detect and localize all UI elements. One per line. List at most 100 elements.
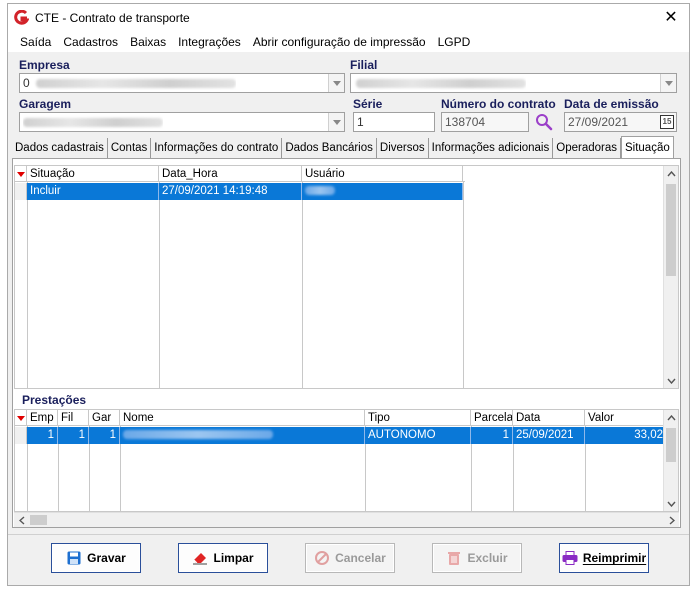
- limpar-label: Limpar: [213, 551, 254, 565]
- cell-usuario: [302, 183, 463, 200]
- sort-indicator-icon: [15, 410, 27, 426]
- col-tipo[interactable]: Tipo: [365, 410, 471, 426]
- prestacoes-vscroll[interactable]: [663, 410, 678, 511]
- tab-situacao[interactable]: Situação: [620, 136, 674, 158]
- serie-label: Série: [353, 97, 383, 111]
- col-data-hora[interactable]: Data_Hora: [159, 166, 302, 182]
- cell-data-hora: 27/09/2021 14:19:48: [159, 183, 302, 200]
- cell-emp: 1: [27, 427, 58, 444]
- tab-dados-bancarios[interactable]: Dados Bancários: [282, 138, 377, 158]
- chevron-down-icon[interactable]: [660, 74, 676, 92]
- excluir-label: Excluir: [467, 551, 508, 565]
- tab-informacoes-adicionais[interactable]: Informações adicionais: [429, 138, 554, 158]
- prestacoes-hscroll[interactable]: [14, 512, 679, 527]
- excluir-button[interactable]: Excluir: [432, 543, 522, 573]
- cancel-icon: [314, 550, 330, 566]
- close-button[interactable]: ✕: [661, 8, 681, 28]
- scroll-down-icon[interactable]: [664, 496, 678, 511]
- data-emissao-field[interactable]: 27/09/2021 15: [564, 112, 677, 132]
- cancelar-button[interactable]: Cancelar: [305, 543, 395, 573]
- col-valor[interactable]: Valor: [585, 410, 665, 426]
- reimprimir-label: Reimprimir: [582, 551, 647, 565]
- redacted-text: [23, 118, 163, 128]
- menu-bar: Saída Cadastros Baixas Integrações Abrir…: [8, 32, 689, 52]
- redacted-text: [35, 79, 236, 89]
- main-window: CTE - Contrato de transporte ✕ Saída Cad…: [7, 3, 690, 586]
- cancelar-label: Cancelar: [335, 551, 386, 565]
- garagem-value: [23, 115, 163, 129]
- cell-gar: 1: [89, 427, 120, 444]
- col-fil[interactable]: Fil: [58, 410, 89, 426]
- table-row[interactable]: Incluir 27/09/2021 14:19:48: [15, 183, 463, 200]
- numero-contrato-field[interactable]: 138704: [441, 112, 529, 132]
- redacted-text: [305, 186, 335, 196]
- prestacoes-title: Prestações: [22, 393, 87, 407]
- tab-operadoras[interactable]: Operadoras: [553, 138, 621, 158]
- empresa-label: Empresa: [19, 58, 70, 72]
- chevron-down-icon[interactable]: [328, 74, 344, 92]
- limpar-button[interactable]: Limpar: [178, 543, 268, 573]
- garagem-label: Garagem: [19, 97, 72, 111]
- cell-data: 25/09/2021: [513, 427, 585, 444]
- col-parcela[interactable]: Parcela: [471, 410, 513, 426]
- tab-bar: Dados cadastrais Contas Informações do c…: [12, 136, 674, 158]
- table-row[interactable]: 1 1 1 AUTONOMO 1 25/09/2021 33,02: [15, 427, 665, 444]
- reimprimir-button[interactable]: Reimprimir: [559, 543, 649, 573]
- chevron-down-icon[interactable]: [328, 113, 344, 131]
- serie-field[interactable]: 1: [353, 112, 435, 132]
- data-emissao-value: 27/09/2021: [568, 115, 629, 129]
- filial-label: Filial: [350, 58, 378, 72]
- redacted-text: [123, 430, 273, 440]
- cell-nome: [120, 427, 365, 444]
- prestacoes-grid-header: Emp Fil Gar Nome Tipo Parcela Data Valor: [15, 410, 665, 426]
- printer-icon: [562, 550, 578, 566]
- filial-value: [354, 76, 526, 90]
- sort-indicator-icon: [15, 166, 27, 182]
- window-title: CTE - Contrato de transporte: [35, 11, 190, 25]
- scroll-thumb[interactable]: [666, 428, 676, 462]
- eraser-icon: [192, 550, 208, 566]
- prestacoes-grid: Emp Fil Gar Nome Tipo Parcela Data Valor…: [14, 409, 679, 512]
- menu-saida[interactable]: Saída: [14, 35, 57, 49]
- calendar-icon[interactable]: 15: [660, 115, 674, 129]
- redacted-text: [356, 79, 526, 89]
- gravar-label: Gravar: [87, 551, 126, 565]
- situacao-vscroll[interactable]: [663, 166, 678, 388]
- empresa-value: 0: [23, 76, 236, 90]
- search-icon[interactable]: [535, 113, 553, 131]
- col-data[interactable]: Data: [513, 410, 585, 426]
- scroll-up-icon[interactable]: [664, 410, 678, 425]
- col-nome[interactable]: Nome: [120, 410, 365, 426]
- menu-cadastros[interactable]: Cadastros: [57, 35, 124, 49]
- tab-dados-cadastrais[interactable]: Dados cadastrais: [12, 138, 108, 158]
- cell-tipo: AUTONOMO: [365, 427, 471, 444]
- situacao-grid-header: Situação Data_Hora Usuário: [15, 166, 465, 182]
- menu-abrir-configuracao[interactable]: Abrir configuração de impressão: [247, 35, 432, 49]
- col-usuario[interactable]: Usuário: [302, 166, 463, 182]
- scroll-down-icon[interactable]: [664, 373, 678, 388]
- scroll-right-icon[interactable]: [664, 513, 679, 528]
- tab-diversos[interactable]: Diversos: [377, 138, 429, 158]
- scroll-thumb[interactable]: [30, 515, 47, 525]
- scroll-left-icon[interactable]: [14, 513, 29, 528]
- cell-fil: 1: [58, 427, 89, 444]
- menu-baixas[interactable]: Baixas: [124, 35, 172, 49]
- filial-select[interactable]: [350, 73, 677, 93]
- tab-panel-situacao: Situação Data_Hora Usuário Incluir 27/09…: [12, 158, 681, 528]
- tab-informacoes-contrato[interactable]: Informações do contrato: [151, 138, 283, 158]
- scroll-thumb[interactable]: [666, 184, 676, 276]
- garagem-select[interactable]: [19, 112, 345, 132]
- menu-lgpd[interactable]: LGPD: [432, 35, 477, 49]
- col-gar[interactable]: Gar: [89, 410, 120, 426]
- gravar-button[interactable]: Gravar: [51, 543, 141, 573]
- title-bar: CTE - Contrato de transporte ✕: [8, 4, 689, 32]
- situacao-grid: Situação Data_Hora Usuário Incluir 27/09…: [14, 165, 679, 389]
- data-emissao-label: Data de emissão: [564, 97, 659, 111]
- scroll-up-icon[interactable]: [664, 166, 678, 181]
- col-emp[interactable]: Emp: [27, 410, 58, 426]
- cell-situacao: Incluir: [27, 183, 159, 200]
- col-situacao[interactable]: Situação: [27, 166, 159, 182]
- tab-contas[interactable]: Contas: [108, 138, 152, 158]
- empresa-select[interactable]: 0: [19, 73, 345, 93]
- menu-integracoes[interactable]: Integrações: [172, 35, 247, 49]
